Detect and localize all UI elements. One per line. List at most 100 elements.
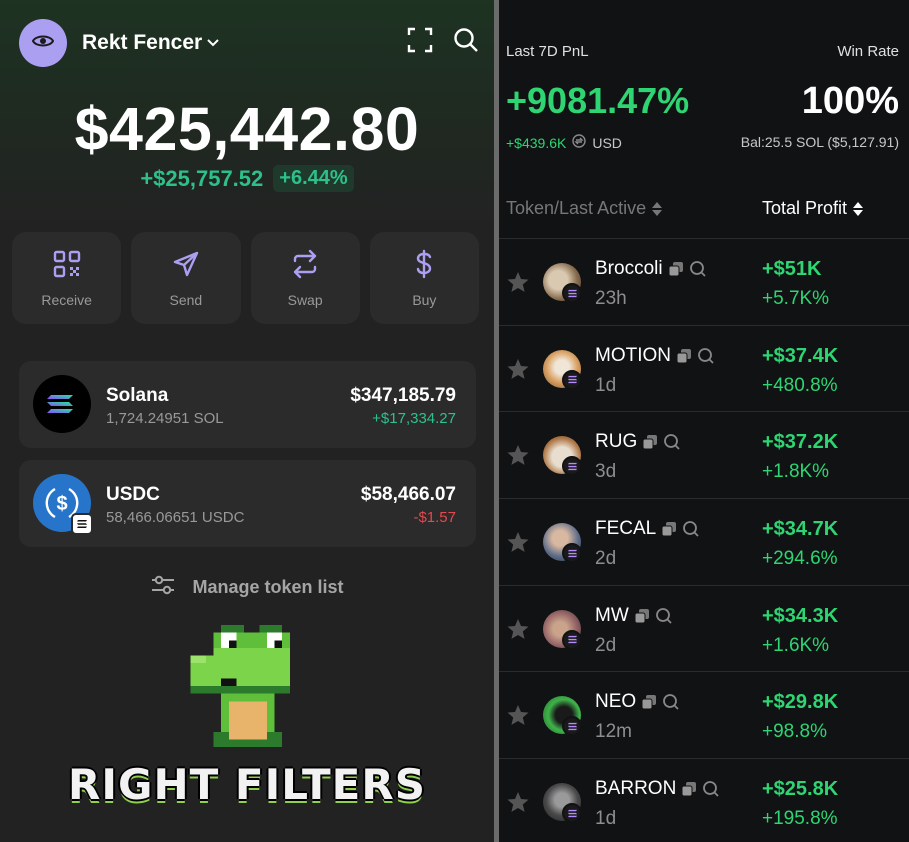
profit-usd: +$25.8K: [762, 778, 839, 801]
copy-icon[interactable]: [661, 521, 677, 537]
pnl-panel: Last 7D PnL Win Rate +9081.47% 100% +$43…: [499, 0, 909, 842]
solana-badge-icon: [562, 456, 582, 477]
pnl-usd: +$439.6K: [506, 134, 567, 151]
token-name: NEO: [595, 691, 680, 713]
action-buttons: Receive Send Swap Buy: [12, 232, 479, 324]
table-row[interactable]: RUG 3d +$37.2K +1.8K%: [499, 411, 909, 498]
manage-token-list-button[interactable]: Manage token list: [0, 574, 494, 601]
account-name[interactable]: Rekt Fencer: [82, 31, 202, 55]
token-value: $58,466.07: [360, 484, 456, 505]
table-row[interactable]: MOTION 1d +$37.4K +480.8%: [499, 324, 909, 412]
last-active: 2d: [595, 634, 617, 656]
scan-icon[interactable]: [407, 27, 433, 58]
search-icon[interactable]: [663, 433, 681, 451]
token-amount: 1,724.24951 SOL: [106, 410, 224, 427]
send-button[interactable]: Send: [131, 232, 241, 324]
table-row[interactable]: Broccoli 23h +$51K +5.7K%: [499, 238, 909, 325]
currency-swap-icon[interactable]: [572, 134, 587, 151]
pnl-value: +9081.47%: [506, 80, 690, 121]
account-avatar[interactable]: [19, 19, 67, 67]
profit-usd: +$37.4K: [762, 344, 839, 367]
receive-button[interactable]: Receive: [12, 232, 122, 324]
search-icon[interactable]: [682, 520, 700, 538]
dollar-icon: [409, 249, 439, 284]
token-row-solana[interactable]: Solana 1,724.24951 SOL $347,185.79 +$17,…: [19, 361, 476, 448]
copy-icon[interactable]: [676, 348, 692, 364]
token-name: RUG: [595, 431, 681, 453]
wallet-balance-sol: Bal:25.5 SOL ($5,127.91): [740, 134, 899, 150]
swap-label: Swap: [287, 291, 323, 308]
svg-text:$: $: [56, 493, 67, 515]
profit-usd: +$34.3K: [762, 604, 839, 627]
winrate-label: Win Rate: [837, 43, 899, 60]
star-icon[interactable]: [506, 530, 530, 559]
search-icon[interactable]: [702, 780, 720, 798]
balance-change: +$25,757.52 +6.44%: [0, 165, 494, 192]
manage-label: Manage token list: [192, 577, 344, 597]
sort-profit-header[interactable]: Total Profit: [762, 198, 864, 219]
swap-button[interactable]: Swap: [250, 232, 360, 324]
profit-usd: +$29.8K: [762, 691, 839, 714]
token-name: MOTION: [595, 345, 715, 367]
last-active: 1d: [595, 808, 617, 830]
buy-label: Buy: [412, 291, 437, 308]
profit-usd: +$51K: [762, 258, 822, 280]
copy-icon[interactable]: [668, 261, 684, 277]
chevron-down-icon[interactable]: [206, 38, 220, 48]
solana-logo-icon: [33, 375, 91, 433]
profit-pct: +1.8K%: [762, 461, 830, 483]
solana-badge-icon: [562, 803, 582, 824]
sort-arrows-icon: [652, 201, 663, 216]
sliders-icon: [150, 574, 176, 601]
table-row[interactable]: NEO 12m +$29.8K +98.8%: [499, 671, 909, 758]
star-icon[interactable]: [506, 443, 530, 472]
profit-pct: +480.8%: [762, 374, 838, 396]
solana-badge-icon: [562, 283, 582, 303]
token-name: BARRON: [595, 778, 720, 800]
search-icon[interactable]: [697, 347, 715, 365]
last-active: 3d: [595, 461, 617, 483]
token-name: Broccoli: [595, 258, 707, 280]
pnl-usd-row: +$439.6K USD: [506, 134, 622, 151]
star-icon[interactable]: [506, 703, 530, 732]
search-icon[interactable]: [662, 693, 680, 711]
overlay-caption: RIGHT FILTERS: [68, 760, 426, 809]
token-name: USDC: [106, 484, 160, 505]
profit-usd: +$34.7K: [762, 518, 839, 541]
winrate-value: 100%: [801, 80, 899, 122]
token-change: -$1.57: [413, 509, 456, 526]
search-icon[interactable]: [453, 27, 479, 58]
token-name: MW: [595, 605, 673, 627]
sort-token-header[interactable]: Token/Last Active: [506, 198, 663, 219]
copy-icon[interactable]: [641, 694, 657, 710]
solana-badge-icon: [562, 629, 582, 650]
search-icon[interactable]: [655, 607, 673, 625]
solana-badge-icon: [562, 543, 582, 564]
col-token-label: Token/Last Active: [506, 198, 647, 218]
table-row[interactable]: MW 2d +$34.3K +1.6K%: [499, 584, 909, 672]
solana-badge-icon: [562, 369, 582, 390]
star-icon[interactable]: [506, 790, 530, 819]
pixel-frog-image: [188, 625, 300, 752]
wallet-header: Rekt Fencer: [19, 19, 479, 67]
buy-button[interactable]: Buy: [369, 232, 479, 324]
profit-usd: +$37.2K: [762, 431, 839, 454]
search-icon[interactable]: [689, 260, 707, 278]
send-icon: [171, 249, 201, 284]
solana-badge-icon: [562, 716, 582, 737]
copy-icon[interactable]: [634, 608, 650, 624]
token-name: Solana: [106, 385, 169, 406]
copy-icon[interactable]: [642, 434, 658, 450]
token-row-usdc[interactable]: $ USDC 58,466.06651 USDC $58,466.07 -$1.…: [19, 460, 476, 547]
wallet-panel: Rekt Fencer $425,442.80 +$25,757.52 +6.4…: [0, 0, 494, 842]
sort-arrows-icon: [853, 201, 864, 216]
copy-icon[interactable]: [681, 781, 697, 797]
table-row[interactable]: BARRON 1d +$25.8K +195.8%: [499, 758, 909, 842]
send-label: Send: [169, 291, 203, 308]
star-icon[interactable]: [506, 357, 530, 386]
star-icon[interactable]: [506, 617, 530, 646]
last-active: 12m: [595, 721, 632, 743]
profit-pct: +294.6%: [762, 548, 838, 570]
table-row[interactable]: FECAL 2d +$34.7K +294.6%: [499, 498, 909, 585]
star-icon[interactable]: [506, 270, 530, 299]
